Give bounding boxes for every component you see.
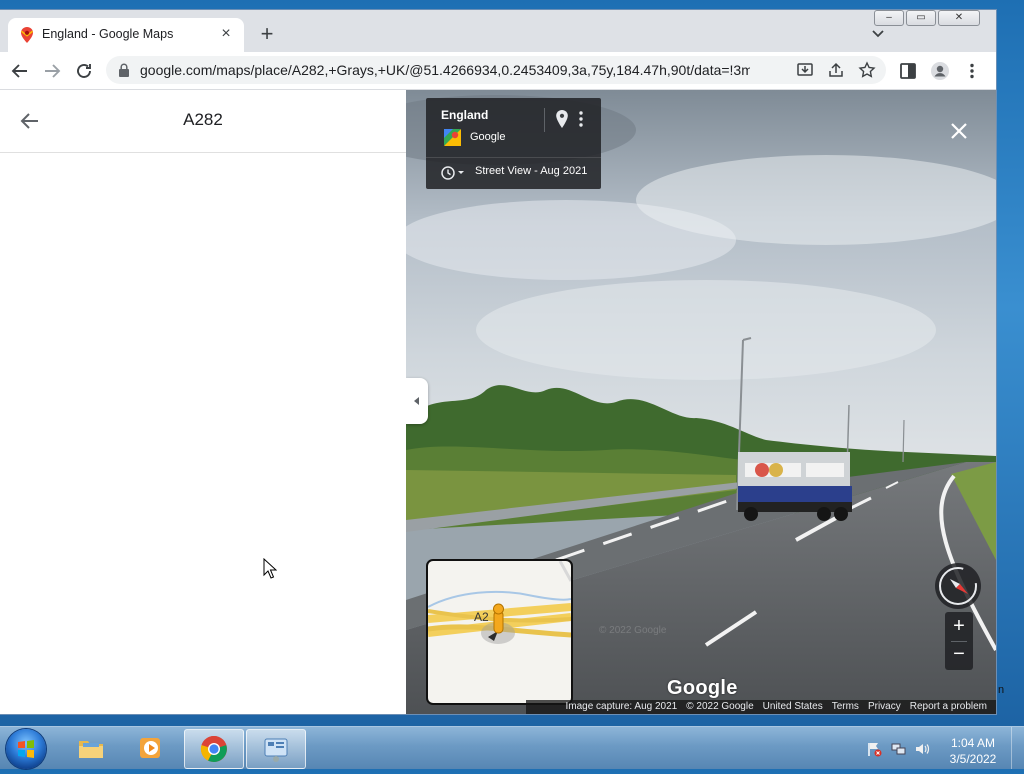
chrome-icon	[200, 735, 227, 762]
close-street-view-icon[interactable]	[948, 120, 970, 142]
more-options-icon[interactable]	[578, 110, 584, 128]
attribution-bar: Image capture: Aug 2021 © 2022 Google Un…	[526, 700, 996, 714]
taskbar-file-explorer[interactable]	[62, 729, 120, 767]
minimap-roads	[428, 561, 571, 644]
close-window-button[interactable]: ✕	[938, 10, 980, 26]
install-app-icon[interactable]	[796, 61, 814, 79]
folder-icon	[79, 741, 103, 758]
action-center-flag-icon[interactable]	[866, 741, 882, 757]
imagery-source[interactable]: Google	[470, 131, 505, 143]
windows-taskbar: 1:04 AM 3/5/2022	[0, 726, 1024, 769]
copyright-text: © 2022 Google	[686, 701, 754, 712]
window-controls: – ▭ ✕	[874, 10, 980, 26]
reload-icon[interactable]	[74, 61, 94, 81]
forward-arrow-icon[interactable]	[42, 61, 62, 81]
start-button[interactable]	[6, 729, 46, 769]
back-arrow-icon[interactable]	[10, 61, 30, 81]
browser-toolbar: google.com/maps/place/A282,+Grays,+UK/@5…	[0, 52, 996, 90]
tab-strip: England - Google Maps × + – ▭ ✕	[0, 10, 996, 52]
taskbar-chrome[interactable]	[184, 729, 244, 769]
media-player-icon	[140, 738, 160, 758]
divider	[544, 108, 545, 132]
side-panel-icon[interactable]	[898, 61, 918, 81]
tab-close-icon[interactable]: ×	[216, 24, 236, 44]
bookmark-star-icon[interactable]	[858, 61, 876, 79]
browser-menu-icon[interactable]	[962, 61, 982, 81]
taskbar-media-player[interactable]	[122, 729, 180, 767]
lock-icon[interactable]	[118, 63, 130, 77]
place-side-panel: A282	[0, 90, 406, 714]
history-clock-icon[interactable]	[440, 165, 468, 181]
divider	[426, 157, 601, 158]
tab-google-maps[interactable]: England - Google Maps ×	[8, 18, 244, 52]
google-logo: Google	[667, 677, 738, 699]
google-maps-favicon-icon	[20, 27, 34, 43]
taskbar-control-panel[interactable]	[246, 729, 306, 769]
network-icon[interactable]	[891, 741, 907, 757]
address-bar[interactable]: google.com/maps/place/A282,+Grays,+UK/@5…	[106, 56, 886, 84]
panel-header: A282	[0, 90, 406, 153]
maximize-button[interactable]: ▭	[906, 10, 936, 26]
share-icon[interactable]	[827, 61, 845, 79]
region-link[interactable]: United States	[763, 700, 823, 714]
location-name: England	[441, 108, 489, 122]
capture-date-label[interactable]: Street View - Aug 2021	[475, 165, 587, 177]
zoom-out-button[interactable]: −	[945, 641, 973, 669]
terms-link[interactable]: Terms	[832, 700, 859, 714]
url-text[interactable]: google.com/maps/place/A282,+Grays,+UK/@5…	[140, 62, 750, 78]
minimap[interactable]: A2	[426, 559, 573, 705]
place-title: A282	[183, 110, 223, 129]
desktop-text-fragment: n	[998, 684, 1005, 696]
clock-date: 3/5/2022	[949, 752, 997, 766]
tab-title: England - Google Maps	[42, 27, 174, 41]
google-maps-logo-icon	[444, 129, 461, 146]
map-pin-icon[interactable]	[555, 110, 569, 128]
minimap-road-label: A2	[474, 610, 489, 624]
report-problem-link[interactable]: Report a problem	[910, 700, 987, 714]
image-capture-date: Image capture: Aug 2021	[565, 701, 678, 712]
zoom-controls: + −	[945, 612, 973, 670]
show-desktop-button[interactable]	[1011, 727, 1024, 769]
clock-time: 1:04 AM	[950, 736, 996, 750]
profile-avatar-icon[interactable]	[930, 61, 950, 81]
minimize-button[interactable]: –	[874, 10, 904, 26]
tab-search-chevron-icon[interactable]	[868, 26, 888, 42]
windows-logo-icon	[18, 740, 34, 758]
control-panel-icon	[264, 738, 288, 762]
imagery-watermark: © 2022 Google	[599, 625, 667, 636]
new-tab-button[interactable]: +	[256, 23, 278, 46]
street-view-panel[interactable]: England Google Street View - Aug 2021 © …	[406, 90, 996, 714]
mouse-cursor-icon	[263, 558, 277, 579]
system-clock[interactable]: 1:04 AM 3/5/2022	[940, 735, 1006, 767]
compass-icon[interactable]	[934, 562, 982, 610]
volume-icon[interactable]	[914, 741, 930, 757]
street-view-info-card: England Google Street View - Aug 2021	[426, 98, 601, 189]
browser-window: England - Google Maps × + – ▭ ✕ google.c…	[0, 10, 996, 714]
collapse-side-panel-button[interactable]	[406, 378, 428, 424]
caret-left-icon	[414, 397, 419, 405]
zoom-in-button[interactable]: +	[945, 613, 973, 641]
privacy-link[interactable]: Privacy	[868, 700, 901, 714]
